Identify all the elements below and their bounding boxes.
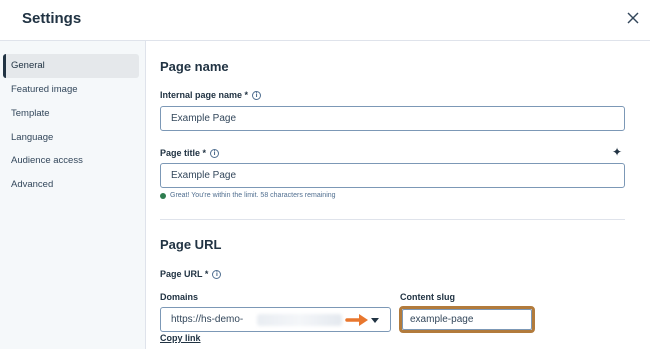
info-icon[interactable]: i <box>210 148 220 158</box>
close-icon[interactable] <box>626 11 640 25</box>
sidebar-item-featured-image[interactable]: Featured image <box>3 78 139 102</box>
settings-content: Page name Internal page name * i Example… <box>146 41 650 349</box>
character-limit-hint: Great! You're within the limit. 58 chara… <box>160 192 336 199</box>
domains-select[interactable]: https://hs-demo- <box>160 307 391 332</box>
section-title-page-url: Page URL <box>160 237 222 252</box>
sidebar-item-general[interactable]: General <box>3 54 139 78</box>
chevron-down-icon <box>371 318 379 323</box>
section-divider <box>160 219 625 220</box>
page-url-label-text: Page URL * <box>160 269 209 279</box>
domains-select-value: https://hs-demo- <box>171 314 244 325</box>
sidebar-item-template[interactable]: Template <box>3 102 139 126</box>
copy-link[interactable]: Copy link <box>160 333 201 343</box>
page-title-label-text: Page title * <box>160 148 207 158</box>
modal-header: Settings <box>0 0 650 41</box>
sparkle-icon[interactable]: ✦ <box>612 145 622 159</box>
content-slug-highlight: example-page <box>399 306 535 333</box>
section-title-page-name: Page name <box>160 59 229 74</box>
content-slug-label: Content slug <box>400 292 455 302</box>
internal-page-name-label: Internal page name * i <box>160 90 262 100</box>
page-url-label: Page URL * i <box>160 269 222 279</box>
sidebar-item-audience-access[interactable]: Audience access <box>3 149 139 173</box>
arrow-annotation-icon <box>345 314 368 326</box>
content-slug-input[interactable]: example-page <box>402 309 532 330</box>
character-limit-hint-text: Great! You're within the limit. 58 chara… <box>170 192 336 199</box>
info-icon[interactable]: i <box>212 269 222 279</box>
sidebar-item-advanced[interactable]: Advanced <box>3 173 139 197</box>
success-dot-icon <box>160 192 166 199</box>
domains-label: Domains <box>160 292 199 302</box>
redacted-domain <box>257 314 342 326</box>
info-icon[interactable]: i <box>252 90 262 100</box>
sidebar-item-language[interactable]: Language <box>3 126 139 150</box>
page-title-input[interactable]: Example Page <box>160 163 625 188</box>
page-title-label: Page title * i <box>160 148 220 158</box>
modal-title: Settings <box>22 10 82 27</box>
settings-sidebar: General Featured image Template Language… <box>0 41 146 349</box>
internal-page-name-label-text: Internal page name * <box>160 90 249 100</box>
internal-page-name-input[interactable]: Example Page <box>160 106 625 131</box>
